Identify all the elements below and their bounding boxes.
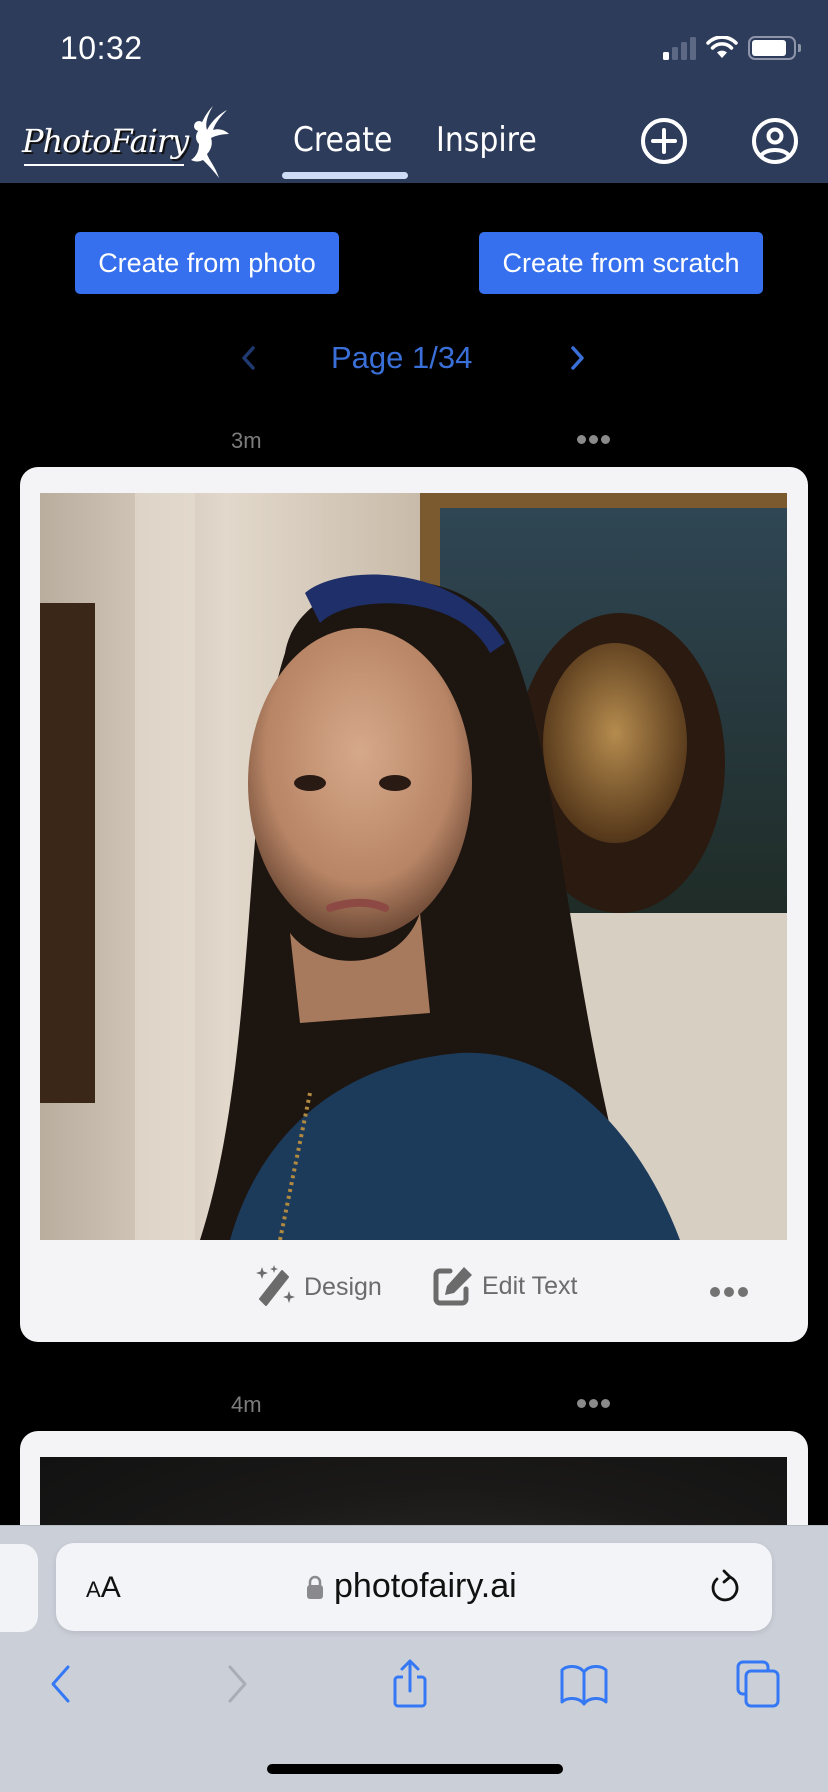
status-icons xyxy=(663,36,801,60)
chevron-right-icon xyxy=(228,1665,247,1703)
edit-text-label: Edit Text xyxy=(482,1271,578,1300)
active-tab-indicator xyxy=(282,172,408,179)
browser-back-button[interactable] xyxy=(30,1656,90,1712)
portrait-image xyxy=(40,493,787,1240)
magic-wand-icon xyxy=(256,1265,295,1306)
post-more-button[interactable] xyxy=(577,1396,613,1410)
tabs-button[interactable] xyxy=(730,1656,790,1712)
browser-forward-button[interactable] xyxy=(208,1656,268,1712)
create-from-scratch-button[interactable]: Create from scratch xyxy=(479,232,763,294)
text-size-button[interactable]: AA xyxy=(86,1571,121,1605)
user-circle-icon[interactable] xyxy=(751,117,799,165)
plus-circle-icon[interactable] xyxy=(640,117,688,165)
lock-icon xyxy=(307,1575,323,1599)
book-icon xyxy=(560,1665,608,1706)
previous-tab-peek[interactable] xyxy=(0,1544,38,1632)
post-action-bar: Design Edit Text xyxy=(20,1257,808,1327)
previous-page-icon[interactable] xyxy=(236,340,260,376)
design-button[interactable]: Design xyxy=(252,1265,382,1309)
home-indicator[interactable] xyxy=(267,1764,563,1774)
address-bar[interactable]: AA photofairy.ai xyxy=(56,1543,772,1631)
url-text: photofairy.ai xyxy=(334,1567,517,1605)
reload-icon[interactable] xyxy=(708,1569,742,1607)
tab-inspire[interactable]: Inspire xyxy=(436,120,537,160)
wifi-icon xyxy=(706,36,738,58)
cellular-signal-icon xyxy=(663,36,696,60)
status-time: 10:32 xyxy=(60,30,143,66)
fairy-icon xyxy=(191,106,229,178)
share-button[interactable] xyxy=(380,1656,440,1712)
create-from-photo-button[interactable]: Create from photo xyxy=(75,232,339,294)
logo-text: PhotoFairy xyxy=(22,122,189,160)
card-more-button[interactable] xyxy=(710,1287,748,1297)
share-icon xyxy=(393,1659,427,1708)
post-more-button[interactable] xyxy=(577,432,613,446)
next-page-icon[interactable] xyxy=(566,340,590,376)
browser-toolbar: AA photofairy.ai xyxy=(0,1525,828,1792)
chevron-left-icon xyxy=(51,1665,70,1703)
tabs-icon xyxy=(736,1660,780,1708)
post-image[interactable] xyxy=(40,493,787,1240)
design-label: Design xyxy=(304,1272,382,1301)
edit-square-icon xyxy=(433,1267,472,1306)
tab-create[interactable]: Create xyxy=(293,120,392,160)
battery-icon xyxy=(748,36,801,60)
post-time: 4m xyxy=(231,1392,262,1417)
app-header: 10:32 PhotoFairy Create Inspire xyxy=(0,0,828,183)
photofairy-logo[interactable]: PhotoFairy xyxy=(20,104,229,184)
edit-text-button[interactable]: Edit Text xyxy=(432,1265,577,1307)
bookmarks-button[interactable] xyxy=(554,1656,614,1712)
post-card: Design Edit Text xyxy=(20,467,808,1342)
page-indicator: Page 1/34 xyxy=(331,340,473,375)
post-time: 3m xyxy=(231,428,262,453)
